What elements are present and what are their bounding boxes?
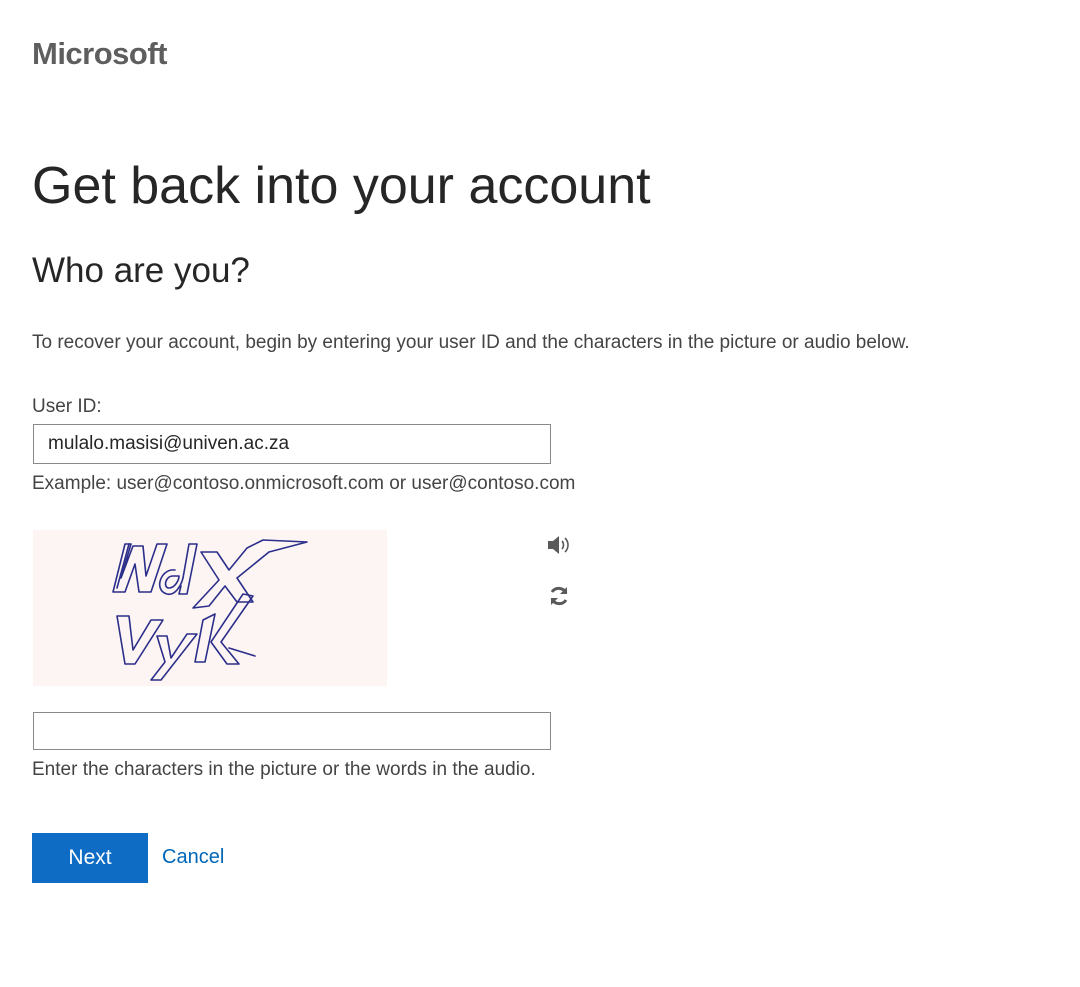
page-subtitle: Who are you? xyxy=(32,251,250,290)
captcha-glyphs xyxy=(112,539,308,681)
account-recovery-page: Microsoft Get back into your account Who… xyxy=(0,0,1080,987)
cancel-link[interactable]: Cancel xyxy=(162,846,224,869)
user-id-example: Example: user@contoso.onmicrosoft.com or… xyxy=(32,473,576,494)
refresh-icon[interactable] xyxy=(547,584,571,608)
speaker-icon[interactable] xyxy=(546,534,572,556)
instructions-text: To recover your account, begin by enteri… xyxy=(32,332,910,353)
next-button[interactable]: Next xyxy=(32,833,148,883)
page-title: Get back into your account xyxy=(32,157,651,215)
captcha-image xyxy=(33,530,387,686)
user-id-input[interactable] xyxy=(33,424,551,464)
captcha-input[interactable] xyxy=(33,712,551,750)
microsoft-logo: Microsoft xyxy=(32,36,168,71)
user-id-label: User ID: xyxy=(32,396,102,417)
captcha-hint: Enter the characters in the picture or t… xyxy=(32,759,536,780)
